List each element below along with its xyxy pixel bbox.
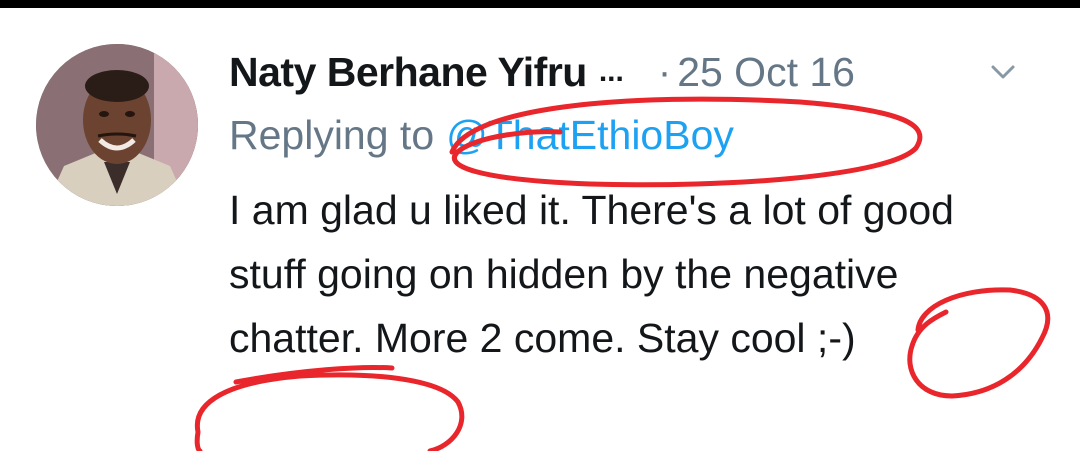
tweet-text: I am glad u liked it. There's a lot of g… [229, 187, 954, 361]
replying-to: Replying to @ThatEthioBoy [229, 112, 734, 159]
top-border [0, 0, 1080, 8]
avatar-photo-icon [36, 44, 198, 206]
tweet-card[interactable]: Naty Berhane Yifru ... · 25 Oct 16 Reply… [0, 8, 1080, 451]
dot-separator: · [657, 49, 672, 94]
chevron-down-icon[interactable] [987, 56, 1019, 88]
reply-handle-link[interactable]: @ThatEthioBoy [446, 112, 734, 158]
screenshot-frame: Naty Berhane Yifru ... · 25 Oct 16 Reply… [0, 0, 1080, 451]
tweet-header: Naty Berhane Yifru ... · 25 Oct 16 [229, 44, 1059, 100]
tweet-timestamp[interactable]: 25 Oct 16 [677, 49, 855, 96]
replying-label: Replying to [229, 112, 435, 158]
name-ellipsis: ... [598, 55, 624, 88]
avatar[interactable] [36, 44, 198, 206]
author-name[interactable]: Naty Berhane Yifru [229, 49, 587, 96]
